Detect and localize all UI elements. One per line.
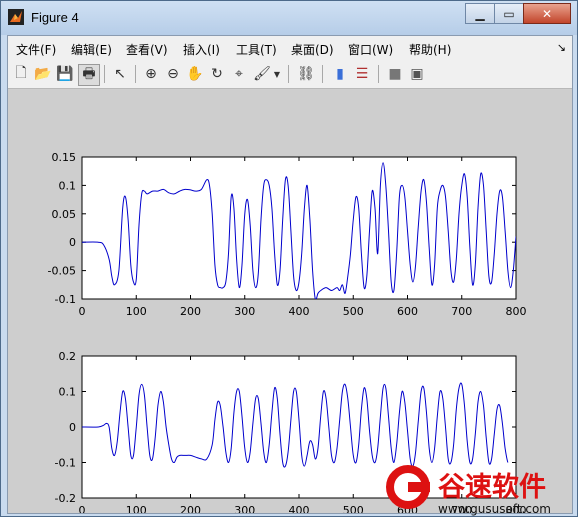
data-cursor-button[interactable]: ⌖ [229,64,249,84]
axes-1: 0 100 200 300 400 500 600 700 800 -0.1 -0.05 0 0.05 0… [48,151,527,318]
edit-plot-arrow-icon: ↖ [114,66,126,82]
x-tick-label: 200 [180,305,201,318]
zoom-in-icon: ⊕ [145,66,157,82]
new-figure-icon: 🗋 [15,65,27,81]
menu-help[interactable]: 帮助(H) [409,41,451,58]
zoom-in-button[interactable]: ⊕ [141,64,161,84]
new-figure-button[interactable]: 🗋 [11,64,31,84]
x-tick-label: 400 [289,305,310,318]
edit-plot-button[interactable]: ↖ [110,64,130,84]
x-tick-label: 0 [79,504,86,513]
menu-bar: 文件(F) 编辑(E) 查看(V) 插入(I) 工具(T) 桌面(D) 窗口(W… [8,36,572,60]
x-tick-label: 0 [79,305,86,318]
hide-plot-tools-icon: ■ [388,66,402,82]
x-tick-label: 200 [180,504,201,513]
menu-file[interactable]: 文件(F) [16,41,56,58]
zoom-out-icon: ⊖ [167,66,179,82]
hide-plot-tools-button[interactable]: ■ [385,64,405,84]
pan-hand-icon: ✋ [186,66,204,82]
y-tick-label: -0.2 [55,492,76,505]
chevron-down-icon: ▼ [273,69,281,79]
show-plot-tools-button[interactable]: ▣ [407,64,427,84]
x-tick-label: 500 [343,305,364,318]
x-tick-label: 800 [506,305,527,318]
window-title: Figure 4 [31,10,79,25]
save-icon: 💾 [56,66,74,82]
watermark-url: www.gususoft.com [438,502,551,516]
x-tick-label: 100 [126,305,147,318]
toolbar-separator [322,65,323,83]
y-tick-label: -0.1 [55,457,76,470]
data-cursor-icon: ⌖ [235,66,243,82]
menu-view[interactable]: 查看(V) [126,41,168,58]
x-tick-label: 100 [126,504,147,513]
colorbar-button[interactable]: ▮ [330,64,350,84]
watermark: 谷速软件 www.gususoft.com [386,465,551,516]
menu-tools[interactable]: 工具(T) [236,41,277,58]
y-tick-label: 0.1 [59,386,77,399]
menu-edit[interactable]: 编辑(E) [71,41,112,58]
brush-icon: 🖌 [253,66,271,82]
rotate-3d-icon: ↻ [211,66,223,82]
y-tick-label: -0.05 [48,265,76,278]
close-icon: ✕ [541,6,553,21]
plots-canvas[interactable]: 0 100 200 300 400 500 600 700 800 -0.1 -0.05 0 0.05 0… [8,89,572,517]
toolbar-separator [288,65,289,83]
toolbar-separator [104,65,105,83]
menubar-overflow-icon[interactable]: ↘ [557,41,566,54]
x-tick-label: 400 [289,504,310,513]
title-bar[interactable]: Figure 4 ▁ ▭ ✕ [1,1,577,35]
figure-client-area: 文件(F) 编辑(E) 查看(V) 插入(I) 工具(T) 桌面(D) 窗口(W… [7,35,573,517]
x-tick-label: 300 [234,504,255,513]
window-controls: ▁ ▭ ✕ [465,3,571,24]
close-button[interactable]: ✕ [523,3,571,24]
brush-dropdown[interactable]: ▼ [272,64,282,84]
x-tick-label: 700 [451,305,472,318]
maximize-button[interactable]: ▭ [494,3,524,24]
y-tick-label: 0 [69,421,76,434]
y-tick-label: 0 [69,236,76,249]
x-tick-label: 500 [343,504,364,513]
toolbar-separator [378,65,379,83]
legend-icon: ☰ [355,66,369,82]
link-plot-button[interactable]: ⛓ [296,64,316,84]
maximize-icon: ▭ [503,6,515,21]
menu-window[interactable]: 窗口(W) [348,41,393,58]
minimize-icon: ▁ [475,6,485,21]
x-tick-label: 600 [397,305,418,318]
open-file-icon: 📂 [34,66,52,82]
print-icon: 🖶 [82,66,96,82]
minimize-button[interactable]: ▁ [465,3,495,24]
legend-button[interactable]: ☰ [352,64,372,84]
plot-area: 0 100 200 300 400 500 600 700 800 -0.1 -0.05 0 0.05 0… [8,89,572,517]
y-tick-label: 0.2 [59,350,77,363]
figure-toolbar: 🗋 📂 💾 🖶 ↖ ⊕ ⊖ ✋ ↻ ⌖ 🖌 ▼ ⛓ ▮ ☰ ■ ▣ [8,60,572,89]
y-tick-label: 0.15 [52,151,77,164]
rotate-3d-button[interactable]: ↻ [207,64,227,84]
brush-button[interactable]: 🖌 [252,64,272,84]
watermark-brand: 谷速软件 [438,472,546,503]
open-file-button[interactable]: 📂 [33,64,53,84]
zoom-out-button[interactable]: ⊖ [163,64,183,84]
pan-button[interactable]: ✋ [185,64,205,84]
figure-window: Figure 4 ▁ ▭ ✕ 文件(F) 编辑(E) 查看(V) 插入(I) 工… [0,0,578,517]
toolbar-separator [135,65,136,83]
menu-insert[interactable]: 插入(I) [183,41,220,58]
print-button[interactable]: 🖶 [78,64,100,86]
axes-box [81,156,517,300]
watermark-logo-icon [386,465,430,509]
y-tick-label: 0.1 [59,179,77,192]
save-button[interactable]: 💾 [55,64,75,84]
show-plot-tools-icon: ▣ [410,66,424,82]
menu-desktop[interactable]: 桌面(D) [291,41,334,58]
link-plot-icon: ⛓ [297,66,315,82]
y-tick-label: 0.05 [52,208,77,221]
matlab-logo-icon [8,9,24,25]
y-tick-label: -0.1 [55,293,76,306]
x-tick-label: 300 [234,305,255,318]
colorbar-icon: ▮ [336,66,344,82]
